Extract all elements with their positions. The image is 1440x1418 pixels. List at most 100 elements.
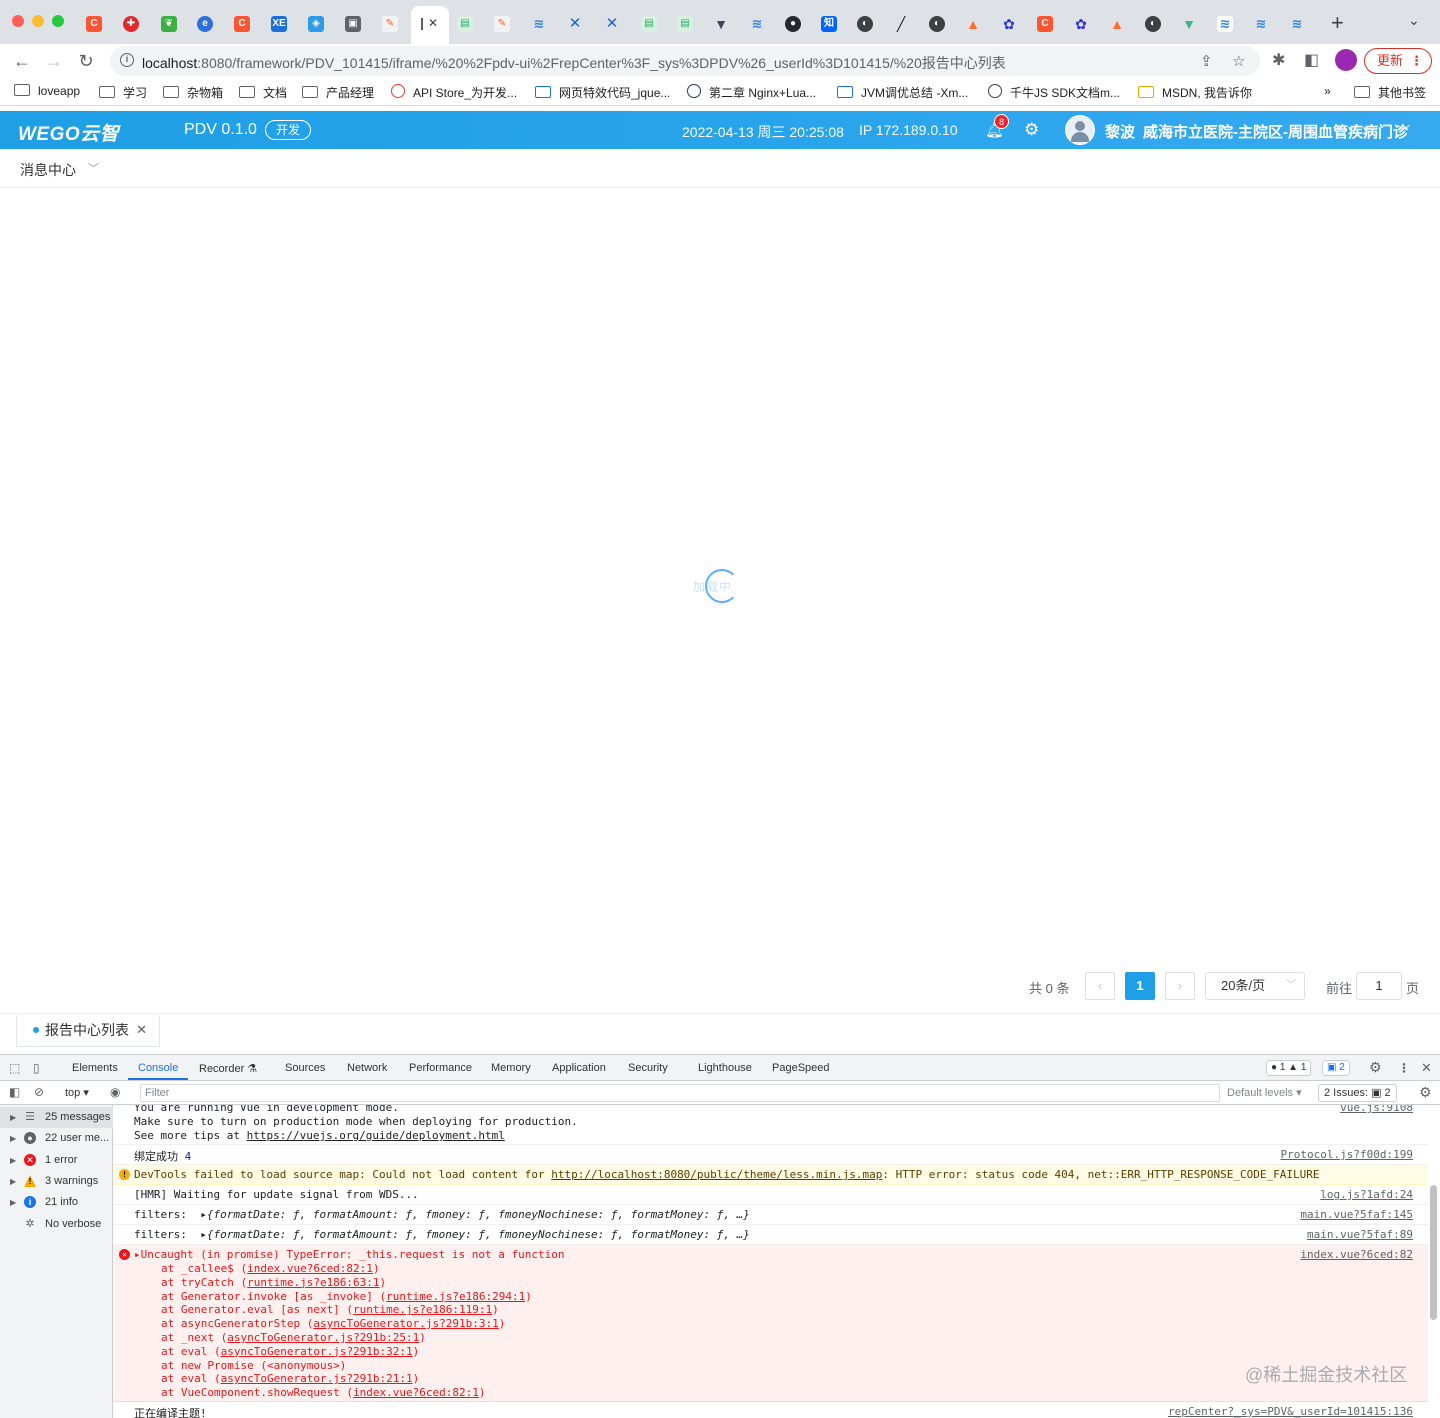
bookmarks-overflow-button[interactable]: » [1324,84,1331,98]
tab-lighthouse[interactable]: Lighthouse [698,1062,752,1074]
bookmark-star-icon[interactable]: ☆ [1232,52,1245,70]
sidebar-item-messages[interactable]: ▶ ☰ 25 messages [0,1107,113,1128]
csdn-icon[interactable]: ✚ [123,16,139,32]
site-info-icon[interactable]: i [120,53,134,67]
doc-icon[interactable]: ▤ [677,16,693,32]
close-icon[interactable]: ✕ [1421,1060,1432,1076]
vue-icon[interactable]: ▼ [713,16,729,32]
device-toolbar-icon[interactable]: ▯ [33,1061,40,1075]
xe-icon[interactable]: XE [271,16,287,32]
stack-frame-link[interactable]: runtime.js?e186:294:1 [386,1290,525,1303]
log-source-link[interactable]: main.vue?5faf:89 [1307,1228,1413,1241]
profile-avatar[interactable] [1335,49,1357,71]
inspect-element-icon[interactable]: ⬚ [9,1061,20,1075]
console-scrollbar[interactable] [1430,1185,1437,1320]
department-name[interactable]: 威海市立医院-主院区-周围血管疾病门诊 [1143,121,1408,142]
sidebar-item-user-messages[interactable]: ▶ ● 22 user me... [0,1128,113,1149]
baidu-icon[interactable]: ✿ [1073,16,1089,32]
bookmark-folder[interactable]: 杂物箱 [163,84,223,101]
yuque-icon[interactable]: ≋ [749,16,765,32]
close-icon[interactable]: ✕ [136,1015,147,1045]
forward-button[interactable]: → [41,48,67,74]
csdn-icon[interactable]: C [234,16,250,32]
vue-icon[interactable]: ▼ [1181,16,1197,32]
github-icon[interactable]: ● [785,16,801,32]
globe-icon[interactable]: ◐ [857,16,873,32]
bookmark-folder[interactable]: loveapp [14,84,80,98]
filter-input[interactable]: Filter [140,1084,1220,1102]
postman-icon[interactable]: ✎ [494,16,510,32]
back-button[interactable]: ← [9,48,35,74]
stack-frame-link[interactable]: runtime.js?e186:63:1 [247,1276,379,1289]
expand-arrow-icon[interactable]: ▶ [10,1150,16,1171]
address-bar[interactable]: i localhost:8080/framework/PDV_101415/if… [110,46,1260,76]
log-source-link[interactable]: log.js?1afd:24 [1320,1188,1413,1201]
error-warning-counter[interactable]: ● 1 ▲ 1 [1266,1060,1312,1076]
context-select[interactable]: top ▾ [65,1086,89,1099]
yuque-icon[interactable]: ≋ [531,16,547,32]
expand-arrow-icon[interactable]: ▶ [10,1128,16,1149]
settings-icon[interactable]: ⚙ [1024,120,1039,140]
postman-icon[interactable]: ✎ [382,16,398,32]
page-number-current[interactable]: 1 [1125,972,1155,1000]
tab-application[interactable]: Application [552,1062,606,1074]
bookmark-link[interactable]: API Store_为开发... [391,84,517,101]
error-message[interactable]: ▸Uncaught (in promise) TypeError: _this.… [134,1248,564,1261]
tab-report-center-list[interactable]: 报告中心列表 ✕ [16,1015,160,1047]
close-window-button[interactable] [12,15,24,27]
other-bookmarks-folder[interactable]: 其他书签 [1354,84,1426,101]
expand-arrow-icon[interactable]: ▶ [10,1107,16,1128]
doc-icon[interactable]: ▤ [641,16,657,32]
globe-icon[interactable]: ◐ [1145,16,1161,32]
yuque-icon[interactable]: ≋ [1253,16,1269,32]
log-link[interactable]: http://localhost:8080/public/theme/less.… [551,1168,882,1181]
prev-page-button[interactable]: ‹ [1085,972,1115,1000]
update-button[interactable]: 更新 ⋮ [1364,48,1432,74]
log-object[interactable]: ▸{formatDate: ƒ, formatAmount: ƒ, fmoney… [200,1208,750,1221]
zoom-window-button[interactable] [52,15,64,27]
log-object[interactable]: ▸{formatDate: ƒ, formatAmount: ƒ, fmoney… [200,1228,750,1241]
reload-button[interactable]: ↻ [73,48,99,74]
user-avatar[interactable] [1065,115,1095,145]
gitlab-icon[interactable]: ▲ [965,16,981,32]
chevron-down-icon[interactable]: ﹀ [88,160,99,176]
confluence-icon[interactable]: ✕ [604,16,620,32]
bookmark-link[interactable]: 第二章 Nginx+Lua... [687,84,816,101]
zhihu-icon[interactable]: 知 [821,16,837,32]
bookmark-folder[interactable]: 文档 [239,84,287,101]
extensions-icon[interactable]: ✱ [1272,50,1285,70]
tab-search-chevron-icon[interactable]: ⌄ [1408,12,1420,29]
expand-arrow-icon[interactable]: ▶ [10,1171,16,1192]
eye-icon[interactable]: ◉ [110,1085,120,1099]
tab-memory[interactable]: Memory [491,1062,531,1074]
issues-button[interactable]: 2 Issues: ▣ 2 [1318,1084,1397,1102]
log-source-link[interactable]: main.vue?5faf:145 [1300,1208,1413,1221]
expand-arrow-icon[interactable]: ▶ [10,1192,16,1213]
log-levels-select[interactable]: Default levels ▾ [1227,1086,1302,1099]
tab-security[interactable]: Security [628,1062,668,1074]
active-tab[interactable]: ✕ [411,6,449,44]
log-source-link[interactable]: vue.js:9108 [1340,1105,1413,1114]
next-page-button[interactable]: › [1165,972,1195,1000]
csdn-icon[interactable]: C [1037,16,1053,32]
baidu-icon[interactable]: ✿ [1001,16,1017,32]
tab-network[interactable]: Network [347,1062,387,1074]
bookmark-link[interactable]: JVM调优总结 -Xm... [837,84,968,101]
minimize-window-button[interactable] [32,15,44,27]
tab-elements[interactable]: Elements [72,1062,118,1074]
tab-recorder[interactable]: Recorder ⚗ [199,1062,257,1075]
goto-page-input[interactable]: 1 [1356,972,1402,1000]
edge-icon[interactable]: e [197,16,213,32]
log-source-link[interactable]: repCenter?_sys=PDV&_userId=101415:136 [1168,1405,1413,1418]
stack-frame-link[interactable]: asyncToGenerator.js?291b:32:1 [221,1345,413,1358]
close-tab-icon[interactable]: ✕ [428,16,438,30]
tab-console[interactable]: Console [138,1062,178,1074]
side-panel-icon[interactable]: ◧ [1304,50,1319,70]
yuque-icon[interactable]: ≋ [1289,16,1305,32]
log-source-link[interactable]: index.vue?6ced:82 [1300,1248,1413,1261]
tab-performance[interactable]: Performance [409,1062,472,1074]
stack-frame-link[interactable]: asyncToGenerator.js?291b:25:1 [227,1331,419,1344]
bookmark-folder[interactable]: 学习 [99,84,147,101]
sidebar-item-verbose[interactable]: ✲ No verbose [0,1214,113,1235]
globe-icon[interactable]: ◐ [929,16,945,32]
